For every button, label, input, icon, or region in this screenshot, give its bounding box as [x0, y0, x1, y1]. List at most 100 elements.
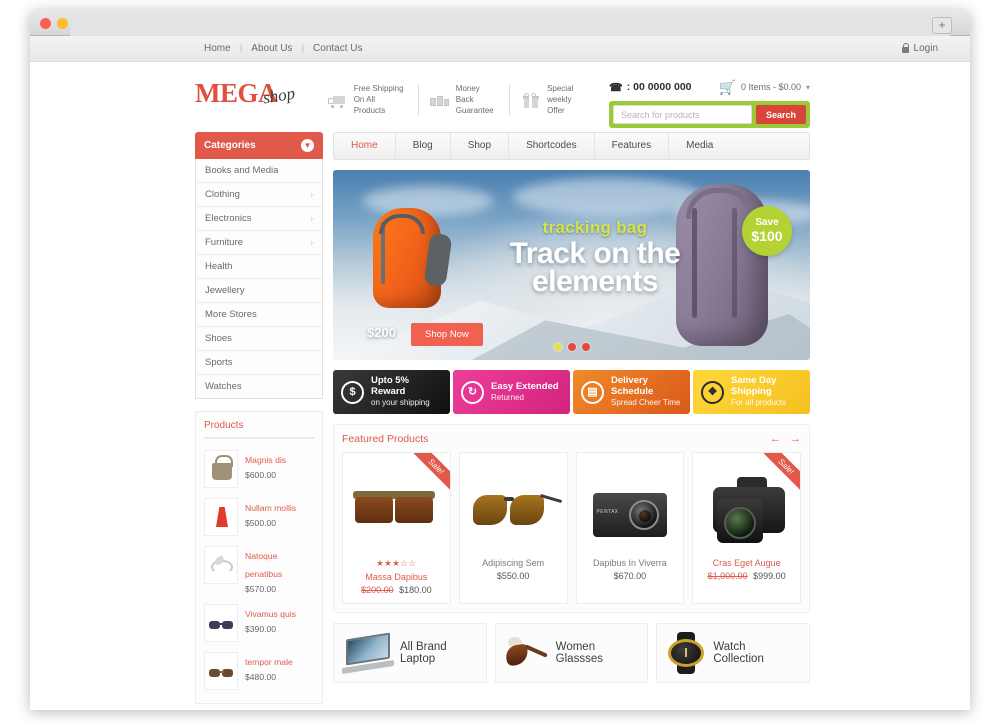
product-card[interactable]: PENTAX Dapibus In Viverra $670.00	[575, 452, 685, 604]
category-label: Health	[205, 261, 233, 272]
login-label: Login	[913, 43, 938, 54]
new-tab-button[interactable]: +	[932, 17, 952, 34]
list-item[interactable]: Natoque penatibus $570.00	[204, 541, 314, 599]
nav-item-blog[interactable]: Blog	[396, 133, 451, 159]
old-price: $200.00	[361, 585, 394, 595]
product-name[interactable]: Massa Dapibus	[347, 572, 446, 582]
sunglasses-thumb-icon	[204, 604, 238, 642]
categories-header[interactable]: Categories ▼	[195, 132, 323, 159]
product-price: $1,000.00 $999.00	[697, 571, 796, 581]
slider-dot-3[interactable]	[581, 343, 590, 351]
category-label: Watches	[205, 381, 242, 392]
minimize-window-button[interactable]	[57, 18, 68, 29]
chevron-right-icon: ›	[310, 238, 313, 247]
product-card[interactable]: Sale! ★★★☆☆ Massa Dapibus $200.00 $180.0…	[342, 452, 451, 604]
browser-chrome: +	[30, 10, 970, 36]
current-price: $550.00	[496, 571, 530, 581]
promo-same-day-shipping[interactable]: ❖ Same Day Shipping For all products	[693, 370, 810, 414]
header-right: ☎ : 00 0000 000 🛒 0 Items - $0.00 ▾ Sear…	[609, 78, 811, 128]
product-name: tempor male	[245, 657, 293, 667]
utility-link-home[interactable]: Home	[195, 43, 240, 54]
slider-dots[interactable]	[553, 343, 590, 351]
featured-header: Featured Products ← →	[342, 433, 801, 445]
sidebar: Categories ▼ Books and Media Clothing ›	[195, 132, 323, 710]
search-input[interactable]	[613, 105, 752, 124]
product-grid: Sale! ★★★☆☆ Massa Dapibus $200.00 $180.0…	[342, 452, 801, 604]
slider-dot-2[interactable]	[567, 343, 576, 351]
promo-subtitle: For all products	[731, 398, 787, 408]
utility-nav: Home | About Us | Contact Us	[195, 43, 372, 54]
sidebar-item-furniture[interactable]: Furniture ›	[196, 231, 322, 255]
next-arrow-icon[interactable]: →	[790, 433, 801, 445]
banner-label: Watch Collection	[713, 641, 764, 665]
product-card[interactable]: Adipiscing Sem $550.00	[458, 452, 568, 604]
list-item[interactable]: Magnis dis $600.00	[204, 445, 314, 493]
sidebar-item-health[interactable]: Health	[196, 255, 322, 279]
utility-link-about[interactable]: About Us	[242, 43, 301, 54]
category-label: Jewellery	[205, 285, 245, 296]
nav-item-features[interactable]: Features	[595, 133, 670, 159]
prev-arrow-icon[interactable]: ←	[770, 433, 781, 445]
cart-summary[interactable]: 🛒 0 Items - $0.00 ▾	[719, 80, 810, 94]
product-name[interactable]: Adipiscing Sem	[464, 558, 563, 568]
category-label: Clothing	[205, 189, 240, 200]
tab-strip: +	[70, 13, 970, 36]
search-button[interactable]: Search	[755, 105, 807, 124]
site-logo[interactable]: MEGA shop	[195, 78, 311, 109]
widget-title: Products	[204, 420, 314, 439]
rating-stars: ★★★☆☆	[376, 558, 417, 568]
sidebar-item-watches[interactable]: Watches	[196, 375, 322, 398]
sidebar-item-jewellery[interactable]: Jewellery	[196, 279, 322, 303]
nav-item-shortcodes[interactable]: Shortcodes	[509, 133, 595, 159]
feature-text: Special weekly Offer	[547, 84, 574, 115]
promo-subtitle: Spread Cheer Time	[611, 398, 681, 408]
category-banners: All Brand Laptop Women Glassses Watch Co…	[333, 623, 811, 683]
product-name[interactable]: Dapibus In Viverra	[581, 558, 680, 568]
promo-delivery[interactable]: ▤ Delivery Schedule Spread Cheer Time	[573, 370, 690, 414]
sunglasses-brown-thumb-icon	[204, 652, 238, 690]
sidebar-item-books-and-media[interactable]: Books and Media	[196, 159, 322, 183]
product-name[interactable]: Cras Eget Augue	[697, 558, 796, 568]
promo-title: Same Day Shipping	[731, 375, 777, 398]
product-card[interactable]: Sale! Cras Eget Augue $1,000.00 $999.00	[692, 452, 801, 604]
orange-backpack-image	[373, 208, 441, 308]
product-name: Vivamus quis	[245, 609, 296, 619]
cart-icon: 🛒	[718, 79, 736, 95]
product-price: $480.00	[245, 672, 277, 682]
list-item[interactable]: Vivamus quis $390.00	[204, 599, 314, 647]
boxes-icon	[429, 93, 450, 108]
sidebar-item-more-stores[interactable]: More Stores	[196, 303, 322, 327]
truck-icon	[327, 93, 348, 108]
page-viewport: Home | About Us | Contact Us Login MEGA …	[30, 36, 970, 710]
banner-all-brand-laptop[interactable]: All Brand Laptop	[333, 623, 487, 683]
close-window-button[interactable]	[40, 18, 51, 29]
hero-subtitle: tracking bag	[542, 218, 648, 237]
feature-text: Money Back Guarantee	[455, 84, 494, 115]
section-title: Featured Products	[342, 433, 429, 445]
nav-item-home[interactable]: Home	[334, 133, 396, 159]
utility-link-contact[interactable]: Contact Us	[304, 43, 371, 54]
logo-sub-text: shop	[261, 83, 297, 108]
promo-returns[interactable]: ↻ Easy Extended Returned	[453, 370, 570, 414]
promo-reward[interactable]: $ Upto 5% Reward on your shipping	[333, 370, 450, 414]
sidebar-item-shoes[interactable]: Shoes	[196, 327, 322, 351]
category-label: Electronics	[205, 213, 252, 224]
list-item[interactable]: Nullam mollis $500.00	[204, 493, 314, 541]
sidebar-item-electronics[interactable]: Electronics ›	[196, 207, 322, 231]
nav-item-shop[interactable]: Shop	[451, 133, 510, 159]
list-item[interactable]: tempor male $480.00	[204, 647, 314, 695]
chevron-down-icon[interactable]: ▼	[301, 139, 314, 152]
banner-watch-collection[interactable]: Watch Collection	[656, 623, 811, 683]
phone-text: : 00 0000 000	[626, 81, 692, 93]
banner-label: All Brand Laptop	[400, 641, 447, 665]
browser-tab[interactable]	[70, 16, 950, 36]
gift-icon	[521, 92, 541, 108]
sidebar-item-sports[interactable]: Sports	[196, 351, 322, 375]
nav-item-media[interactable]: Media	[669, 133, 809, 159]
banner-women-glasses[interactable]: Women Glassses	[494, 623, 649, 683]
login-button[interactable]: Login	[901, 43, 938, 54]
sidebar-item-clothing[interactable]: Clothing ›	[196, 183, 322, 207]
product-name: Natoque penatibus	[245, 551, 283, 579]
shop-now-button[interactable]: Shop Now	[411, 323, 483, 346]
slider-dot-1[interactable]	[553, 343, 562, 351]
